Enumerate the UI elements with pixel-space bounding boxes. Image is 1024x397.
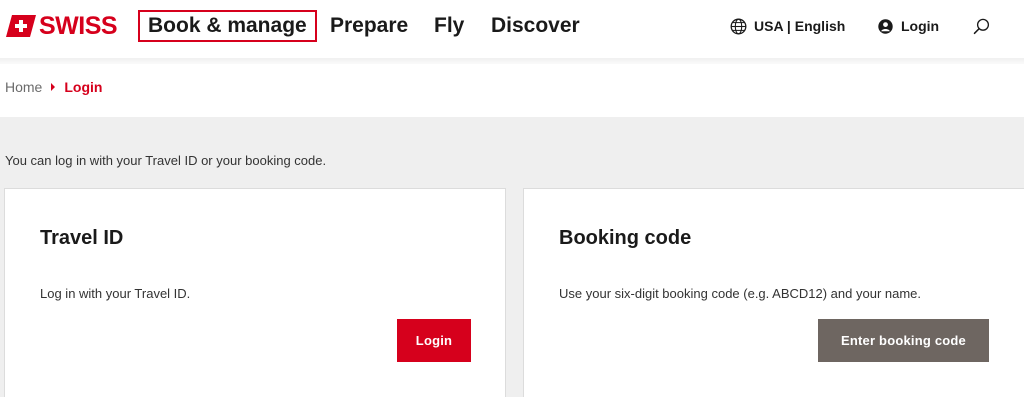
- travel-id-title: Travel ID: [40, 227, 124, 249]
- breadcrumb-current: Login: [64, 79, 103, 95]
- nav-book-manage[interactable]: Book & manage: [138, 10, 317, 42]
- breadcrumb: Home Login: [5, 78, 102, 96]
- nav-discover[interactable]: Discover: [491, 10, 580, 42]
- login-link[interactable]: Login: [878, 16, 939, 36]
- nav-prepare[interactable]: Prepare: [330, 10, 408, 42]
- travel-id-card: Travel ID Log in with your Travel ID. Lo…: [4, 188, 506, 397]
- breadcrumb-separator-icon: [51, 83, 56, 91]
- booking-code-card: Booking code Use your six-digit booking …: [523, 188, 1024, 397]
- site-header: SWISS Book & manage Prepare Fly Discover…: [0, 0, 1024, 52]
- header-divider: [0, 58, 1024, 64]
- search-icon: [973, 18, 990, 34]
- search-button[interactable]: [973, 16, 990, 36]
- breadcrumb-home[interactable]: Home: [5, 79, 42, 95]
- booking-code-description: Use your six-digit booking code (e.g. AB…: [559, 286, 922, 301]
- enter-booking-code-button[interactable]: Enter booking code: [818, 319, 989, 362]
- booking-code-title: Booking code: [559, 227, 692, 249]
- login-options-section: You can log in with your Travel ID or yo…: [0, 117, 1024, 397]
- swiss-logo[interactable]: SWISS: [6, 12, 118, 40]
- travel-id-login-button[interactable]: Login: [397, 319, 471, 362]
- locale-label: USA | English: [754, 18, 846, 34]
- travel-id-description: Log in with your Travel ID.: [40, 286, 191, 301]
- intro-text: You can log in with your Travel ID or yo…: [5, 153, 327, 168]
- globe-icon: [730, 18, 747, 34]
- login-link-label: Login: [901, 18, 940, 34]
- brand-name: SWISS: [39, 12, 118, 40]
- user-icon: [878, 18, 893, 34]
- nav-fly[interactable]: Fly: [434, 10, 464, 42]
- locale-selector[interactable]: USA | English: [730, 16, 845, 36]
- swiss-flag-logo-icon: [6, 15, 36, 37]
